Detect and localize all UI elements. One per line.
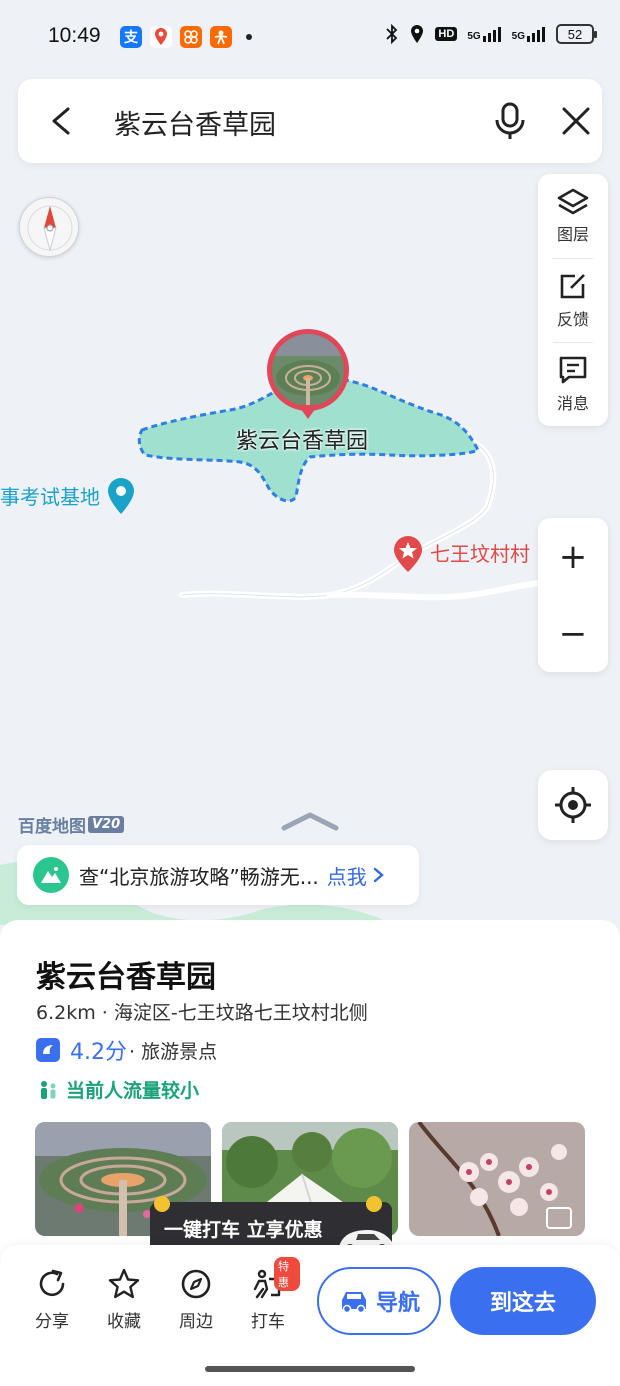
logo-version: V20: [88, 816, 125, 833]
zoom-control: + −: [538, 518, 608, 672]
favorite-label: 收藏: [107, 1312, 141, 1332]
map-tools-panel: 图层 反馈 消息: [538, 174, 608, 426]
zoom-out-button[interactable]: −: [538, 595, 608, 672]
search-query[interactable]: 紫云台香草园: [114, 103, 276, 142]
status-time: 10:49: [48, 24, 101, 47]
exam-base-pin-icon[interactable]: [106, 477, 136, 519]
village-label[interactable]: 七王坟村村: [430, 538, 530, 567]
crowd-status: 当前人流量较小: [38, 1076, 199, 1103]
back-button[interactable]: [42, 101, 82, 141]
star-icon: [108, 1268, 140, 1299]
rating-value: 4.2分: [70, 1040, 127, 1065]
logo-text: 百度地图: [18, 817, 86, 837]
chevron-right-icon: [373, 867, 384, 883]
photo-blossoms[interactable]: [409, 1122, 585, 1236]
banner-text: 查“北京旅游攻略”畅游无...: [79, 864, 319, 889]
taxi-label: 打车: [251, 1312, 285, 1332]
mountain-icon: [33, 857, 69, 893]
alipay-icon: 支: [120, 26, 142, 48]
rating-badge-icon: [36, 1038, 60, 1062]
taxi-promo-text: 一键打车 立享优惠: [164, 1218, 323, 1241]
crosshair-icon: [555, 787, 591, 823]
banner-link[interactable]: 点我: [327, 861, 367, 890]
battery-indicator: 52: [556, 24, 597, 44]
microphone-icon: [495, 102, 525, 139]
hd-badge: HD: [435, 27, 458, 41]
place-title: 紫云台香草园: [36, 960, 216, 995]
search-bar[interactable]: 紫云台香草园: [18, 79, 602, 163]
signal-1: 5G: [467, 26, 501, 42]
notification-dot: [246, 34, 252, 40]
place-category: · 旅游景点: [129, 1040, 218, 1063]
nearby-label: 周边: [179, 1312, 213, 1332]
nearby-button[interactable]: 周边: [164, 1267, 228, 1332]
clear-search-button[interactable]: [556, 101, 596, 141]
layers-icon: [557, 188, 589, 215]
chevron-up-icon: [281, 812, 339, 831]
go-there-button[interactable]: 到这去: [450, 1267, 596, 1335]
taxi-badge: 特惠: [274, 1257, 300, 1291]
home-indicator[interactable]: [205, 1366, 415, 1372]
status-bar: 10:49 支 HD 5G 5G 52: [0, 0, 620, 74]
share-icon: [39, 1269, 65, 1297]
feedback-button[interactable]: 反馈: [538, 258, 608, 342]
person-app-icon: [210, 26, 232, 48]
share-label: 分享: [35, 1312, 69, 1332]
taxi-button[interactable]: 特惠 打车: [236, 1257, 300, 1332]
baidu-map-logo: 百度地图 V20: [18, 812, 125, 837]
feedback-label: 反馈: [556, 310, 589, 329]
location-icon: [411, 25, 424, 43]
car-nav-icon: [341, 1292, 366, 1314]
compass-nearby-icon: [181, 1269, 211, 1299]
messages-label: 消息: [556, 394, 589, 413]
park-name-label[interactable]: 紫云台香草园: [236, 423, 368, 455]
back-arrow-icon: [52, 107, 70, 135]
share-button[interactable]: 分享: [20, 1267, 84, 1332]
expand-panel-handle[interactable]: [280, 810, 340, 838]
compass-icon: [27, 205, 73, 252]
messages-button[interactable]: 消息: [538, 342, 608, 426]
layers-button[interactable]: 图层: [538, 174, 608, 258]
coin-icon: [154, 1196, 170, 1212]
park-marker-photo: [272, 334, 344, 406]
rating-row: 4.2分 · 旅游景点: [36, 1034, 217, 1066]
village-star-pin-icon[interactable]: [392, 535, 424, 577]
edit-icon: [560, 274, 585, 299]
status-right: HD 5G 5G 52: [385, 24, 597, 44]
crowd-text: 当前人流量较小: [66, 1080, 200, 1102]
people-icon: [41, 1080, 56, 1099]
coin-icon: [366, 1196, 382, 1212]
park-marker-pointer: [298, 405, 318, 419]
park-marker[interactable]: [267, 329, 349, 411]
message-icon: [559, 356, 587, 384]
status-app-icons: 支: [120, 26, 252, 48]
close-icon: [562, 107, 590, 135]
compass-button[interactable]: [19, 197, 79, 257]
app-grid-icon: [180, 26, 202, 48]
navigate-label: 导航: [375, 1291, 420, 1316]
my-location-button[interactable]: [538, 770, 608, 840]
favorite-button[interactable]: 收藏: [92, 1267, 156, 1332]
map-pin-app-icon: [150, 26, 172, 48]
zoom-in-button[interactable]: +: [538, 518, 608, 595]
voice-search-button[interactable]: [488, 99, 532, 143]
travel-guide-banner[interactable]: 查“北京旅游攻略”畅游无... 点我: [17, 845, 419, 905]
bluetooth-icon: [386, 24, 398, 44]
bottom-action-bar: 分享 收藏 周边 特惠 打车 导航 到这去: [0, 1245, 620, 1386]
signal-2: 5G: [512, 26, 546, 42]
exam-base-label[interactable]: 事考试基地: [0, 481, 100, 510]
layers-label: 图层: [556, 225, 589, 244]
place-address: 6.2km · 海淀区-七王坟路七王坟村北侧: [36, 1002, 368, 1024]
navigate-button[interactable]: 导航: [317, 1267, 441, 1335]
